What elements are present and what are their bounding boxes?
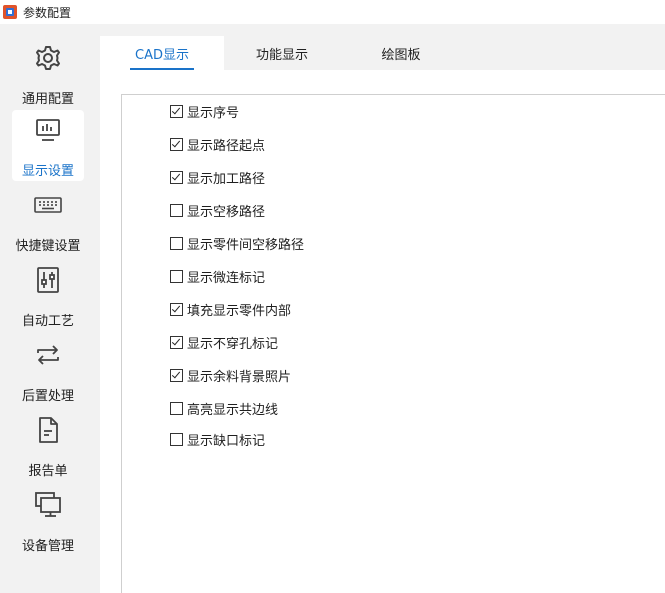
option-show-no-pierce-marks[interactable]: 显示不穿孔标记 bbox=[170, 333, 279, 352]
tab-drawing-board[interactable]: 绘图板 bbox=[340, 36, 462, 70]
option-label: 填充显示零件内部 bbox=[187, 303, 292, 319]
checkbox[interactable] bbox=[170, 203, 183, 217]
checkbox[interactable] bbox=[170, 236, 183, 250]
option-show-remnant-photo[interactable]: 显示余料背景照片 bbox=[170, 366, 292, 385]
checkbox[interactable] bbox=[170, 170, 183, 184]
option-highlight-common-edges[interactable]: 高亮显示共边线 bbox=[170, 399, 279, 418]
checkbox[interactable] bbox=[170, 335, 183, 349]
monitor-chart-icon bbox=[32, 114, 64, 146]
checkbox[interactable] bbox=[170, 368, 183, 382]
option-label: 显示微连标记 bbox=[187, 270, 266, 286]
sidebar-item-label: 通用配置 bbox=[21, 92, 74, 107]
gear-icon bbox=[32, 42, 64, 74]
option-show-machining-path[interactable]: 显示加工路径 bbox=[170, 168, 266, 187]
sliders-icon bbox=[32, 264, 64, 296]
option-label: 显示加工路径 bbox=[187, 171, 266, 187]
checkbox[interactable] bbox=[170, 432, 183, 446]
option-show-sequence[interactable]: 显示序号 bbox=[170, 102, 240, 121]
tab-label: CAD显示 bbox=[135, 48, 189, 63]
option-label: 显示不穿孔标记 bbox=[187, 336, 279, 352]
option-label: 显示路径起点 bbox=[187, 138, 266, 154]
tab-bar: CAD显示 功能显示 绘图板 bbox=[100, 24, 665, 70]
option-label: 显示余料背景照片 bbox=[187, 369, 292, 385]
sidebar-item-label: 报告单 bbox=[28, 464, 68, 479]
sidebar-item-post-process[interactable]: 后置处理 bbox=[12, 335, 84, 406]
app-logo-icon bbox=[3, 5, 17, 19]
tab-label: 绘图板 bbox=[381, 48, 421, 63]
checkbox[interactable] bbox=[170, 137, 183, 151]
tab-function-display[interactable]: 功能显示 bbox=[224, 36, 340, 70]
option-label: 高亮显示共边线 bbox=[187, 402, 279, 418]
sidebar-item-auto-process[interactable]: 自动工艺 bbox=[12, 260, 84, 331]
sidebar-item-label: 快捷键设置 bbox=[15, 239, 81, 254]
sidebar-item-shortcuts[interactable]: 快捷键设置 bbox=[12, 185, 84, 256]
sidebar-item-general[interactable]: 通用配置 bbox=[12, 38, 84, 109]
active-tab-indicator bbox=[130, 68, 194, 70]
options-panel: 显示序号 显示路径起点 显示加工路径 显示空移路径 显示零件间空移路径 显示微连… bbox=[121, 94, 665, 593]
option-show-notch-marks[interactable]: 显示缺口标记 bbox=[170, 430, 266, 449]
title-bar: 参数配置 bbox=[0, 0, 665, 24]
sidebar-item-label: 显示设置 bbox=[21, 164, 74, 179]
option-label: 显示零件间空移路径 bbox=[187, 237, 305, 253]
tab-label: 功能显示 bbox=[255, 48, 308, 63]
checkbox[interactable] bbox=[170, 269, 183, 283]
screens-icon bbox=[32, 489, 64, 521]
sidebar-item-display[interactable]: 显示设置 bbox=[12, 110, 84, 181]
tab-cad-display[interactable]: CAD显示 bbox=[100, 36, 224, 70]
option-show-path-start[interactable]: 显示路径起点 bbox=[170, 135, 266, 154]
option-fill-part-interior[interactable]: 填充显示零件内部 bbox=[170, 300, 292, 319]
document-icon bbox=[32, 414, 64, 446]
sidebar-item-label: 设备管理 bbox=[21, 539, 74, 554]
checkbox[interactable] bbox=[170, 302, 183, 316]
option-show-microjoint-marks[interactable]: 显示微连标记 bbox=[170, 267, 266, 286]
sidebar-item-report[interactable]: 报告单 bbox=[12, 410, 84, 481]
checkbox[interactable] bbox=[170, 401, 183, 415]
option-show-inter-part-idle-path[interactable]: 显示零件间空移路径 bbox=[170, 234, 305, 253]
keyboard-icon bbox=[32, 189, 64, 221]
sidebar-item-device[interactable]: 设备管理 bbox=[12, 485, 84, 556]
option-label: 显示空移路径 bbox=[187, 204, 266, 220]
sidebar-item-label: 自动工艺 bbox=[21, 314, 74, 329]
option-label: 显示缺口标记 bbox=[187, 433, 266, 449]
repeat-arrows-icon bbox=[32, 339, 64, 371]
sidebar-item-label: 后置处理 bbox=[21, 389, 74, 404]
option-label: 显示序号 bbox=[187, 105, 240, 121]
window-title: 参数配置 bbox=[23, 5, 72, 20]
checkbox[interactable] bbox=[170, 104, 183, 118]
option-show-idle-path[interactable]: 显示空移路径 bbox=[170, 201, 266, 220]
sidebar: 通用配置 显示设置 快捷键设置 自动工艺 后置处理 报告单 设备管理 bbox=[0, 24, 100, 593]
